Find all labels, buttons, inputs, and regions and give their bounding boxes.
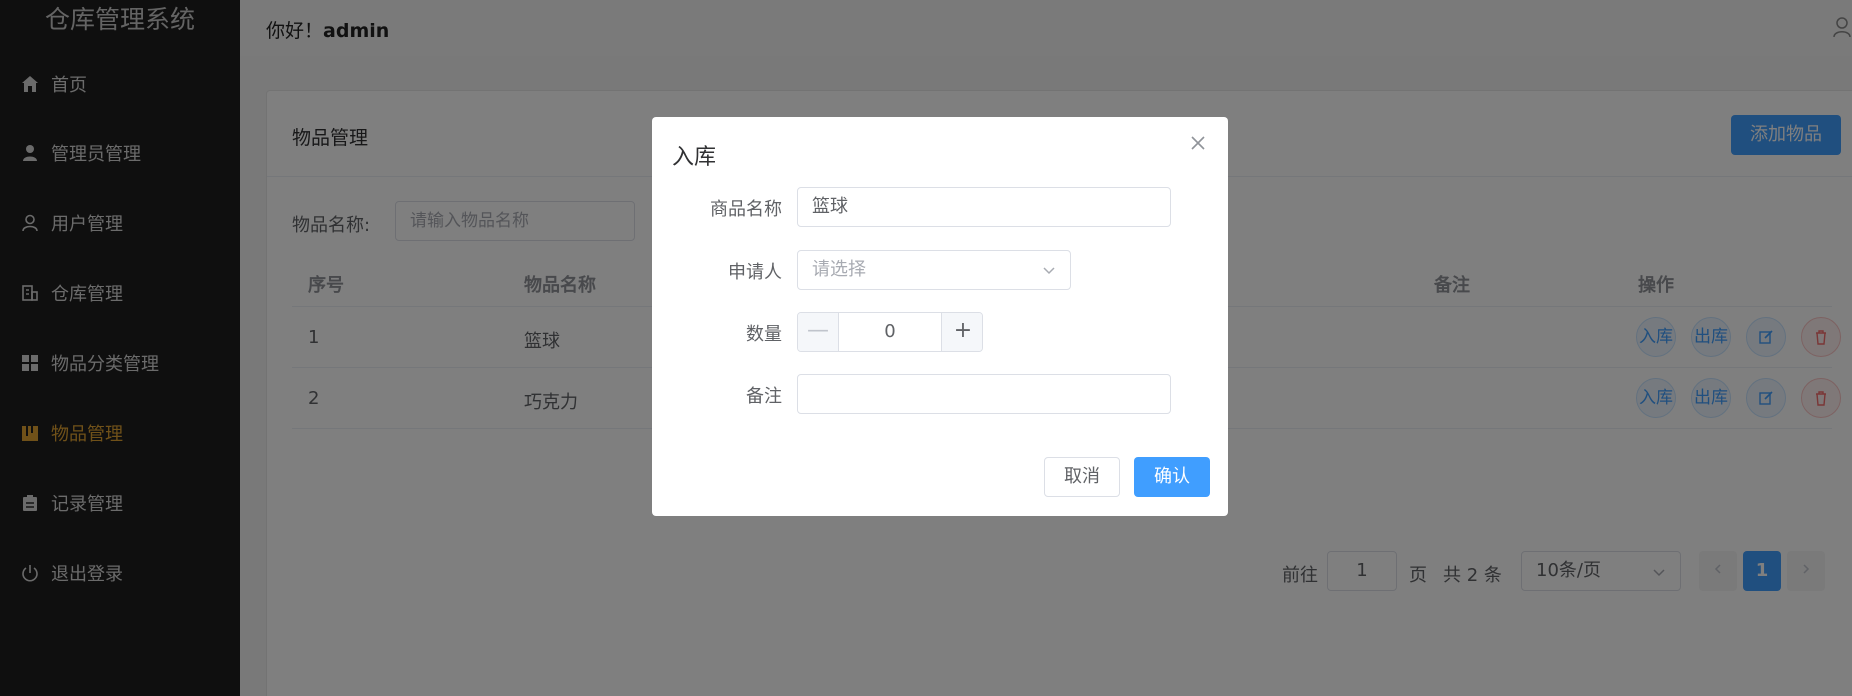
decrease-button[interactable]: — — [798, 313, 838, 351]
close-icon[interactable] — [1188, 133, 1208, 153]
cancel-button[interactable]: 取消 — [1044, 457, 1120, 497]
increase-button[interactable]: + — [942, 313, 982, 351]
confirm-button[interactable]: 确认 — [1134, 457, 1210, 497]
applicant-select[interactable]: 请选择 — [797, 250, 1071, 290]
quantity-label: 数量 — [746, 324, 782, 345]
remark-input[interactable] — [797, 374, 1171, 414]
applicant-placeholder: 请选择 — [812, 259, 866, 280]
stock-in-dialog: 入库 商品名称 篮球 申请人 请选择 数量 — 0 + 备注 取消 确认 — [652, 117, 1228, 516]
chevron-down-icon — [1043, 267, 1055, 275]
remark-label: 备注 — [746, 386, 782, 407]
applicant-label: 申请人 — [728, 262, 782, 283]
dialog-title: 入库 — [672, 145, 717, 170]
quantity-stepper: — 0 + — [797, 312, 983, 352]
quantity-input[interactable]: 0 — [838, 313, 942, 351]
product-name-label: 商品名称 — [710, 199, 782, 220]
product-name-input[interactable]: 篮球 — [797, 187, 1171, 227]
